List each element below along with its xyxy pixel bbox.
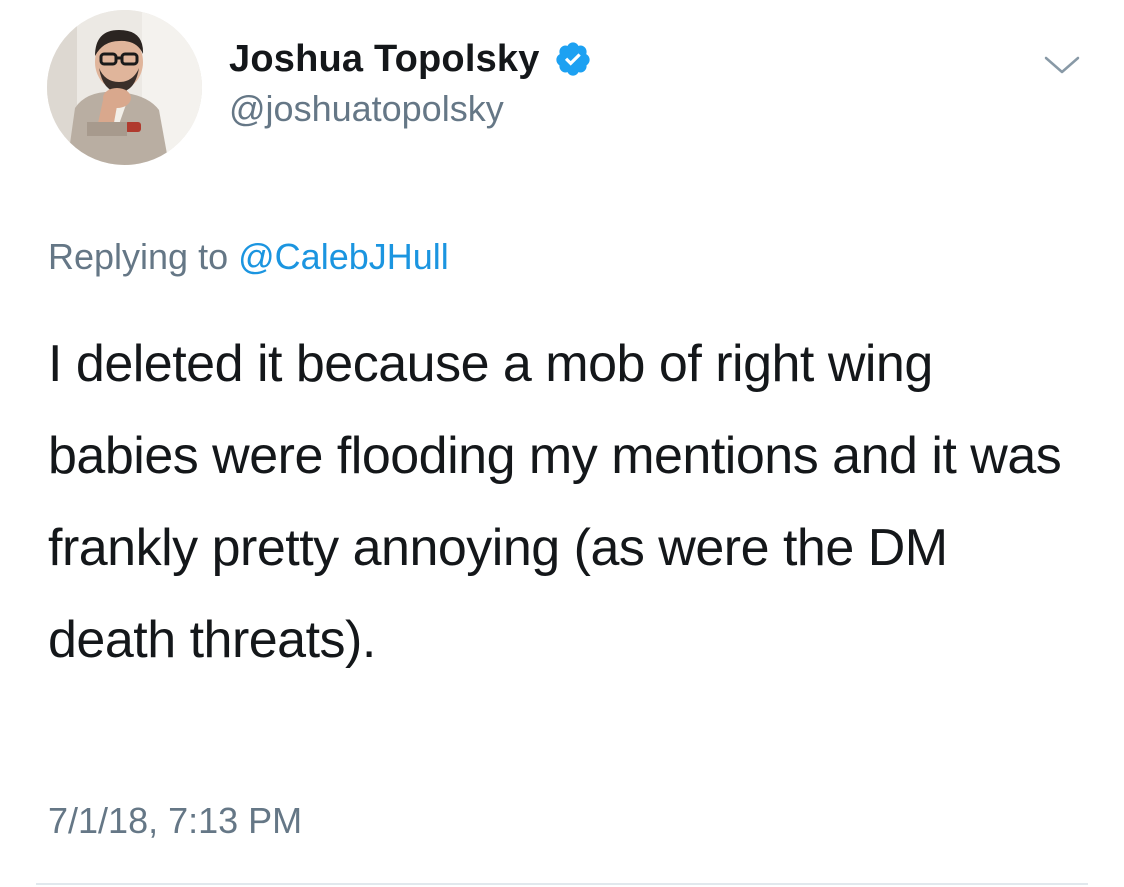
author-name-row: Joshua Topolsky bbox=[229, 36, 592, 82]
avatar[interactable] bbox=[47, 10, 202, 165]
author-display-name[interactable]: Joshua Topolsky bbox=[229, 38, 540, 81]
reply-to-handle-link[interactable]: @CalebJHull bbox=[238, 236, 449, 277]
author-block: Joshua Topolsky @joshuatopolsky bbox=[229, 36, 592, 130]
tweet-menu-button[interactable] bbox=[1042, 52, 1082, 78]
author-handle[interactable]: @joshuatopolsky bbox=[229, 88, 592, 130]
divider bbox=[36, 883, 1088, 885]
tweet-timestamp[interactable]: 7/1/18, 7:13 PM bbox=[48, 800, 302, 842]
tweet-text: I deleted it because a mob of right wing… bbox=[48, 335, 1062, 669]
chevron-down-icon bbox=[1044, 56, 1080, 74]
tweet-card: Joshua Topolsky @joshuatopolsky Replying… bbox=[0, 0, 1124, 887]
verified-badge-icon bbox=[554, 40, 592, 78]
reply-prefix: Replying to bbox=[48, 236, 229, 277]
reply-context: Replying to @CalebJHull bbox=[48, 236, 449, 278]
profile-photo bbox=[47, 10, 202, 165]
